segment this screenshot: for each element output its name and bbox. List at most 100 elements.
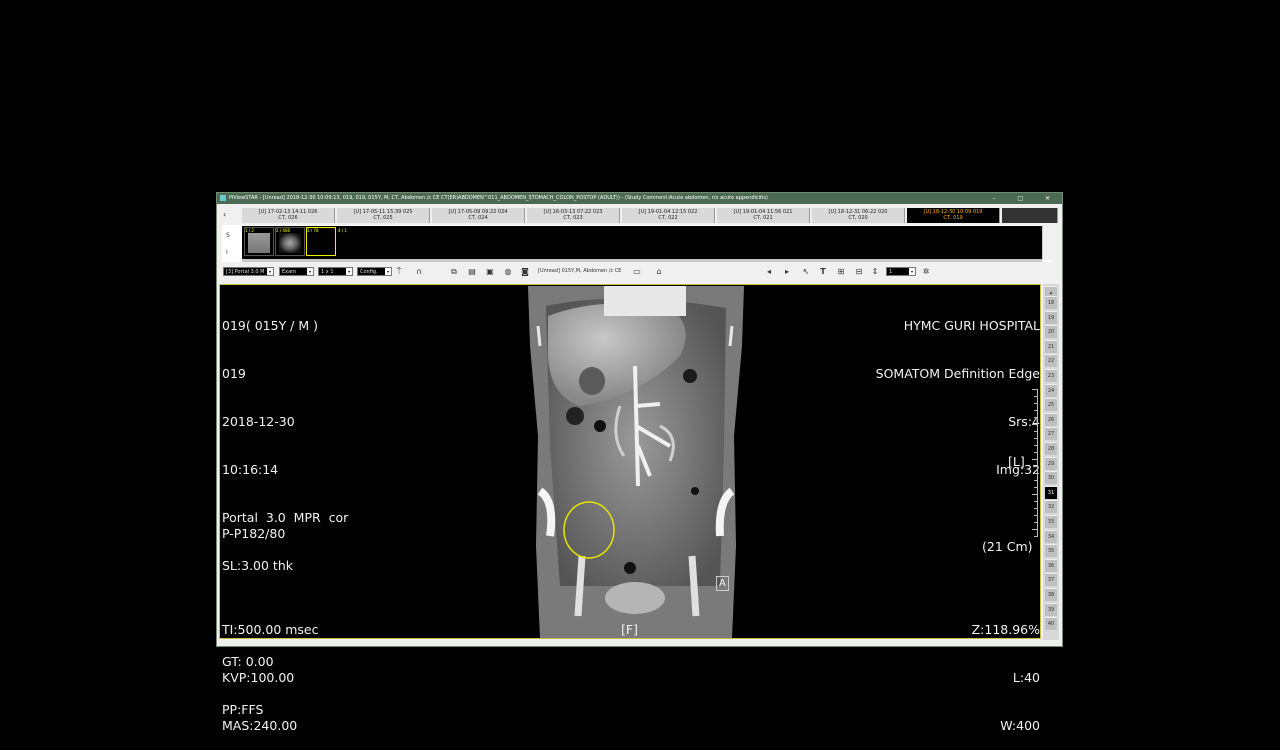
anterior-marker: A (716, 576, 729, 591)
study-tab[interactable]: [U] 17-05-09 09:22 024 CT, 024 (432, 208, 525, 223)
image-index-item[interactable]: 34 (1045, 529, 1057, 543)
hospital-name: HYMC GURI HOSPITAL (903, 318, 1040, 333)
image-menu-icon[interactable]: ▭ (632, 267, 642, 277)
orientation-bottom: [F] (621, 622, 638, 637)
tab-line2: CT, 019 (943, 215, 963, 221)
magnet-icon[interactable]: ∩ (414, 267, 424, 277)
strip-label-s: S (226, 232, 230, 239)
image-index-item[interactable]: 25 (1045, 398, 1057, 412)
image-index-item[interactable]: 19 (1045, 310, 1057, 324)
study-tab[interactable]: [U] 19-01-04 11:56 021 CT, 021 (717, 208, 810, 223)
study-tabs: ‹ [U] 17-02-13 14:11 026 CT, 026 [U] 17-0… (218, 207, 1061, 225)
image-index-item[interactable]: 31 (1045, 485, 1057, 499)
image-index-item[interactable]: 38 (1045, 588, 1057, 601)
study-tab-empty (1002, 208, 1058, 223)
image-index-item[interactable]: 36 (1045, 558, 1057, 572)
chevron-down-icon: ▾ (385, 268, 391, 275)
text-tool-icon[interactable]: T (818, 267, 828, 277)
patient-info: 019( 015Y / M ) (222, 318, 318, 333)
image-index-item[interactable]: 37 (1045, 573, 1057, 587)
tab-line2: CT, 021 (753, 215, 773, 221)
thumb-image (279, 233, 301, 253)
sync-icon[interactable]: ⇕ (870, 267, 880, 277)
image-index-item[interactable]: 20 (1045, 325, 1057, 339)
tab-line2: CT, 024 (468, 215, 488, 221)
orientation-right: [L] (1008, 454, 1025, 469)
camera-icon[interactable]: ◙ (520, 267, 530, 277)
strip-scrollbar[interactable] (242, 259, 1042, 262)
pointer-icon[interactable]: ↖ (801, 267, 811, 277)
tab-line2: CT, 025 (373, 215, 393, 221)
toolbar: [3] Portal 3.0 M ▾ Exam ▾ 1 x 1 ▾ Config. ▾ … (218, 265, 1061, 279)
image-index-item[interactable]: 32 (1045, 500, 1057, 514)
series-select[interactable]: [3] Portal 3.0 M ▾ (223, 267, 274, 276)
position-label: P-P182/80 (222, 526, 286, 541)
window-level: L:40 (1012, 670, 1040, 685)
compare-icon[interactable]: ⧉ (449, 267, 459, 277)
prev-series-icon[interactable]: ◂ (764, 267, 774, 277)
exam-select-value: Exam (282, 269, 297, 275)
next-series-icon[interactable]: ▸ (782, 267, 792, 277)
page-select-value: 1 (889, 269, 893, 275)
image-index-item[interactable]: 22 (1045, 354, 1057, 368)
thumb-image (248, 233, 270, 253)
image-index-item[interactable]: 28 (1045, 442, 1057, 455)
title-bar[interactable]: PiViewSTAR - [Unread] 2018-12-30 10:09:1… (217, 193, 1062, 204)
page-select[interactable]: 1 ▾ (886, 267, 916, 276)
exam-select[interactable]: Exam ▾ (279, 267, 314, 276)
window-title: PiViewSTAR - [Unread] 2018-12-30 10:09:1… (229, 195, 768, 201)
image-index-item[interactable]: 26 (1045, 412, 1057, 426)
series-number: Srs:4 (1008, 414, 1040, 429)
strip-side-scroll[interactable] (1042, 225, 1052, 260)
pin-icon[interactable]: ⍑ (394, 267, 404, 277)
series-thumbnail[interactable]: 2 / 466 (275, 227, 305, 256)
series-thumbnail[interactable]: 1 / 2 (244, 227, 274, 256)
image-index-item[interactable]: 40 (1045, 617, 1057, 631)
grid-icon[interactable]: ⊞ (836, 267, 846, 277)
chevron-down-icon: ▾ (307, 268, 313, 275)
series-thumbnail[interactable]: 4 / 1 (337, 227, 367, 256)
scroll-up-button[interactable]: ▴ (1045, 286, 1057, 296)
study-tab-active[interactable]: [U] 18-12-30 10:09 019 CT, 019 (907, 208, 1000, 223)
image-index-item[interactable]: 29 (1045, 456, 1057, 470)
study-tab[interactable]: [U] 17-02-13 14:11 026 CT, 026 (242, 208, 335, 223)
tab-line2: CT, 023 (563, 215, 583, 221)
image-index-item[interactable]: 30 (1045, 471, 1057, 485)
study-tab[interactable]: [U] 16-03-13 07:22 023 CT, 023 (527, 208, 620, 223)
thumb-label: 3 / 78 (307, 228, 319, 233)
thumbnail-bar: 1 / 2 2 / 466 3 / 78 4 / 1 (242, 226, 1042, 259)
image-index-item[interactable]: 21 (1045, 339, 1057, 353)
image-index-item[interactable]: 35 (1045, 544, 1057, 558)
print-icon[interactable]: ▤ (467, 267, 477, 277)
study-date: 2018-12-30 (222, 414, 295, 429)
image-index-item[interactable]: 23 (1045, 369, 1057, 382)
tile-icon[interactable]: ⊟ (854, 267, 864, 277)
window-width: W:400 (1000, 718, 1040, 733)
study-tab[interactable]: [U] 19-01-04 12:15 022 CT, 022 (622, 208, 715, 223)
image-index-item[interactable]: 33 (1045, 515, 1057, 528)
study-tab[interactable]: [U] 18-12-31 06:22 020 CT, 020 (812, 208, 905, 223)
config-select[interactable]: Config. ▾ (357, 267, 392, 276)
patient-id: 019 (222, 366, 246, 381)
image-index-item[interactable]: 18 (1045, 296, 1057, 309)
settings-icon[interactable]: ✲ (921, 267, 931, 277)
image-index-scrollbar[interactable]: ▴ 18 19 20 21 22 23 24 25 26 27 28 29 30 31 32 33 34 35 36 3… (1043, 284, 1059, 640)
study-tab[interactable]: [U] 17-05-11 15:39 025 CT, 025 (337, 208, 430, 223)
series-description: Portal 3.0 MPR cor (222, 510, 349, 525)
image-index-item[interactable]: 39 (1045, 602, 1057, 616)
image-index-item[interactable]: 24 (1045, 383, 1057, 397)
layout-select[interactable]: 1 x 1 ▾ (318, 267, 353, 276)
image-index-item[interactable]: 27 (1045, 427, 1057, 441)
tab-line2: CT, 020 (848, 215, 868, 221)
window-controls[interactable]: – □ ✕ (992, 193, 1060, 204)
exposure-time: TI:500.00 msec (222, 622, 319, 637)
save-icon[interactable]: ▣ (485, 267, 495, 277)
thumbnail-strip: S I 1 / 2 2 / 466 3 / 78 4 / 1 (222, 225, 1052, 262)
overlay-bottom-right: Z:118.96% L:40 W:400 (972, 590, 1040, 750)
tabs-prev-arrow-icon[interactable]: ‹ (223, 210, 226, 219)
thumb-label: 4 / 1 (338, 228, 347, 233)
app-icon (220, 194, 226, 201)
series-thumbnail-selected[interactable]: 3 / 78 (306, 227, 336, 256)
eraser-icon[interactable]: ⌂ (654, 267, 664, 277)
export-icon[interactable]: ◍ (503, 267, 513, 277)
